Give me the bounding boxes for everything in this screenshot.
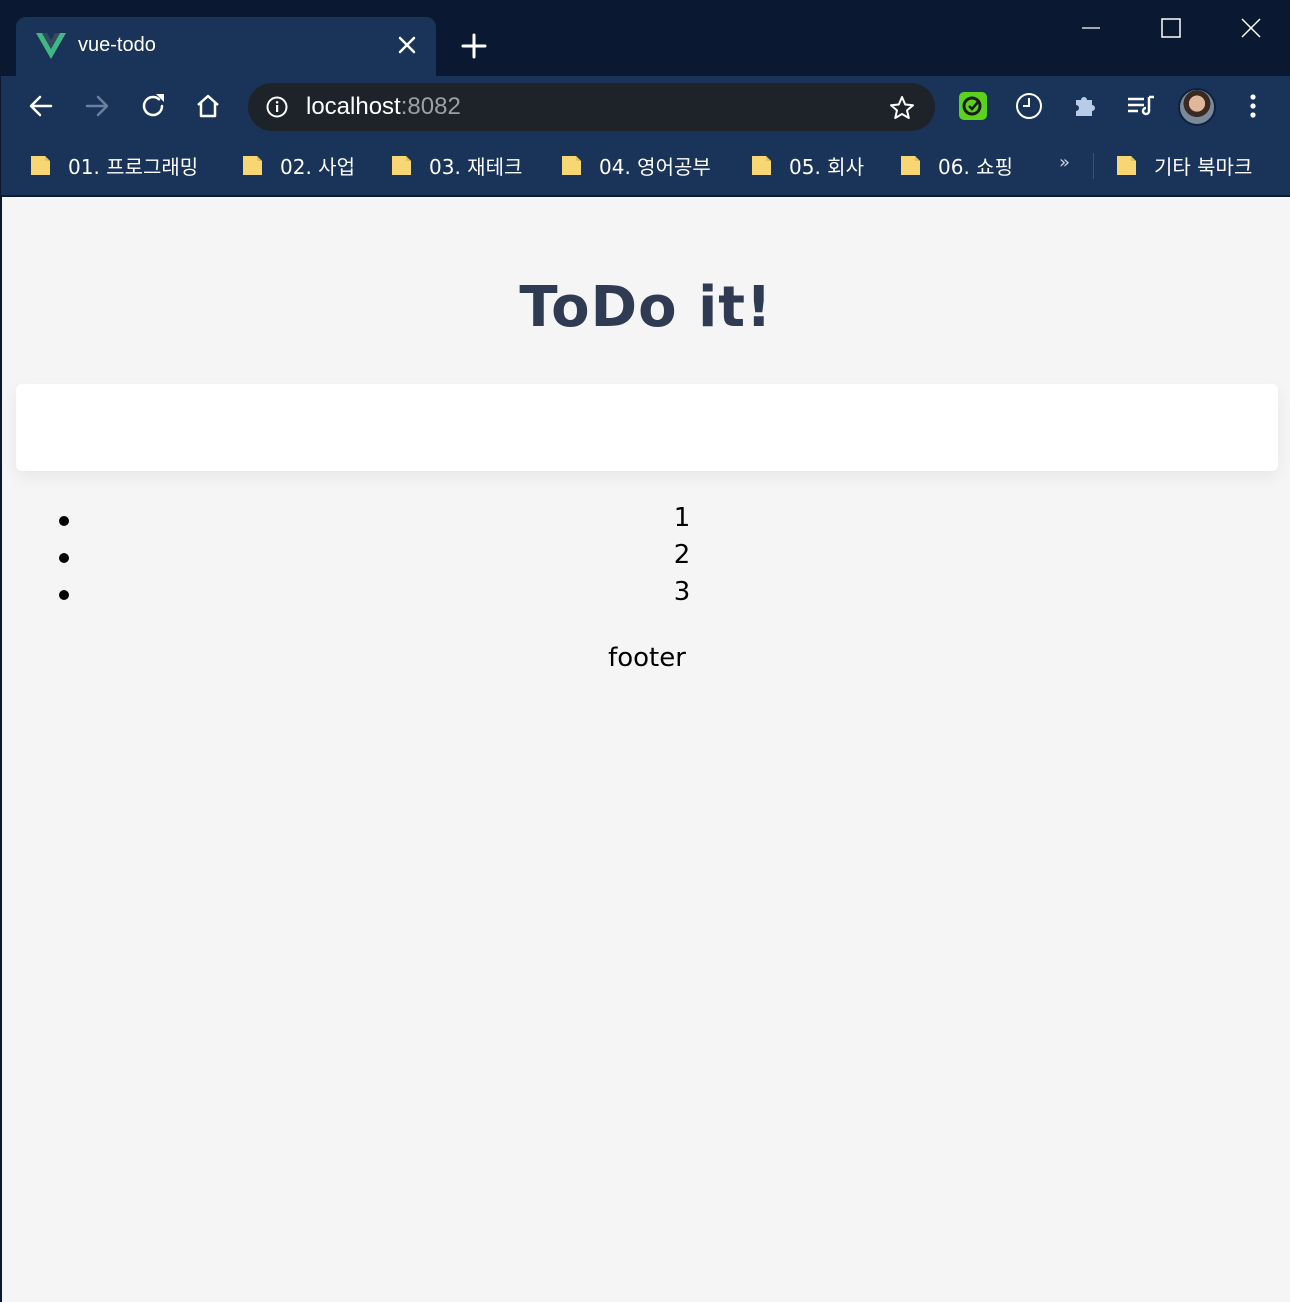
close-icon[interactable]	[396, 34, 418, 56]
other-bookmarks-folder[interactable]: 기타 북마크	[1116, 150, 1252, 180]
back-arrow-icon[interactable]	[25, 90, 57, 122]
bookmarks-divider	[1093, 153, 1094, 179]
page-viewport: ToDo it! 1 2 3 footer	[2, 197, 1290, 1302]
browser-toolbar: localhost:8082	[1, 76, 1290, 138]
new-tab-icon[interactable]	[461, 33, 487, 59]
title-bar: vue-todo	[1, 1, 1290, 76]
bookmark-label: 01. 프로그래밍	[68, 154, 199, 179]
clock-extension-icon[interactable]	[1012, 89, 1046, 123]
bookmark-folder[interactable]: 04. 영어공부	[561, 150, 711, 180]
home-icon[interactable]	[192, 90, 224, 122]
bookmark-folder[interactable]: 06. 쇼핑	[900, 150, 1013, 180]
forward-arrow-icon[interactable]	[81, 90, 113, 122]
browser-tab[interactable]: vue-todo	[16, 17, 436, 76]
todo-item-text: 1	[673, 503, 691, 533]
bookmark-folder[interactable]: 05. 회사	[751, 150, 864, 180]
other-bookmarks-label: 기타 북마크	[1154, 154, 1253, 179]
more-menu-icon[interactable]	[1236, 89, 1270, 123]
address-bar[interactable]: localhost:8082	[248, 83, 935, 131]
bookmark-folder[interactable]: 02. 사업	[242, 150, 355, 180]
tab-title: vue-todo	[78, 34, 156, 56]
todo-item: 1	[2, 502, 1290, 539]
window-close-icon[interactable]	[1231, 13, 1271, 43]
folder-icon	[243, 156, 262, 175]
minimize-icon[interactable]	[1071, 13, 1111, 43]
todo-item-text: 3	[673, 577, 691, 607]
todo-list: 1 2 3	[2, 502, 1290, 613]
bookmark-label: 06. 쇼핑	[938, 154, 1013, 179]
folder-icon	[31, 156, 50, 175]
folder-icon	[901, 156, 920, 175]
page-footer: footer	[608, 643, 686, 673]
vue-logo-icon	[36, 33, 66, 59]
page-title: ToDo it!	[519, 275, 773, 340]
todo-input[interactable]	[16, 384, 1278, 471]
bookmarks-bar: 01. 프로그래밍 02. 사업 03. 재테크 04. 영어공부 05. 회사…	[1, 138, 1290, 196]
info-icon[interactable]	[266, 96, 288, 118]
folder-icon	[392, 156, 411, 175]
browser-window: vue-todo localhost:8082 01. 프로그래밍 02. 사업…	[0, 0, 1290, 1302]
folder-icon	[1117, 156, 1136, 175]
bookmark-star-icon[interactable]	[888, 94, 916, 122]
bookmark-folder[interactable]: 01. 프로그래밍	[30, 150, 198, 180]
extension-green-icon[interactable]	[956, 89, 990, 123]
profile-avatar[interactable]	[1178, 88, 1216, 126]
folder-icon	[562, 156, 581, 175]
url-host: localhost	[306, 93, 401, 120]
maximize-icon[interactable]	[1151, 13, 1191, 43]
bookmark-label: 05. 회사	[789, 154, 864, 179]
bookmarks-overflow-button[interactable]: »	[1059, 152, 1070, 173]
bookmark-folder[interactable]: 03. 재테크	[391, 150, 522, 180]
todo-item: 3	[2, 576, 1290, 613]
url-text[interactable]: localhost:8082	[306, 93, 461, 121]
bookmark-label: 02. 사업	[280, 154, 355, 179]
url-port: :8082	[400, 93, 461, 120]
media-control-icon[interactable]	[1124, 89, 1158, 123]
folder-icon	[752, 156, 771, 175]
extensions-puzzle-icon[interactable]	[1068, 89, 1102, 123]
bookmark-label: 03. 재테크	[429, 154, 523, 179]
todo-item-text: 2	[673, 540, 691, 570]
bookmark-label: 04. 영어공부	[599, 154, 711, 179]
todo-item: 2	[2, 539, 1290, 576]
reload-icon[interactable]	[137, 90, 169, 122]
